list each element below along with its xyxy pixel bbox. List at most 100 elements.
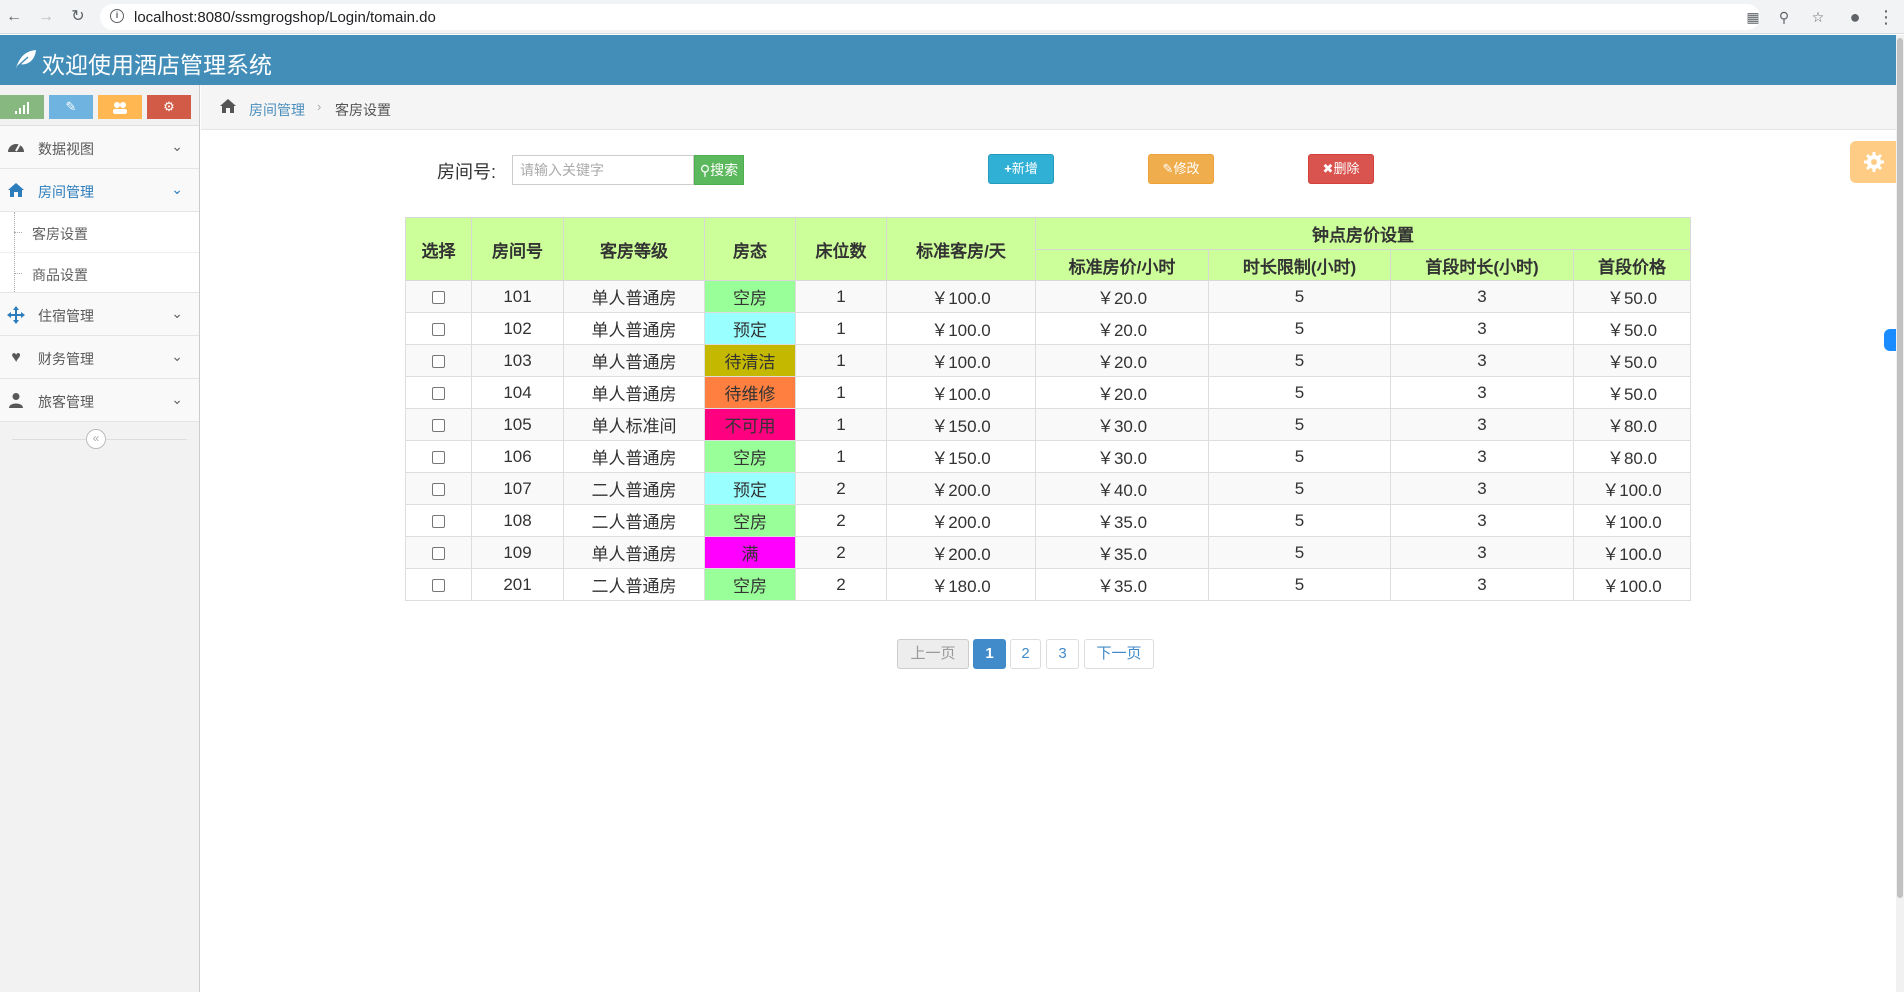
bookmark-star-icon[interactable]: ☆ bbox=[1808, 7, 1828, 27]
status-cell: 空房 bbox=[704, 568, 796, 601]
chevron-down-icon: ⌄ bbox=[171, 138, 183, 154]
table-row[interactable]: 108 二人普通房 空房 2 ￥200.0 ￥35.0 5 3 ￥100.0 bbox=[405, 504, 1691, 537]
zoom-icon[interactable]: ⚲ bbox=[1774, 7, 1794, 27]
breadcrumb-link-room-management[interactable]: 房间管理 bbox=[249, 100, 305, 120]
status-cell: 满 bbox=[704, 536, 796, 569]
sidebar-item-data-view[interactable]: 数据视图 ⌄ bbox=[0, 126, 199, 169]
shortcut-users-button[interactable] bbox=[98, 95, 142, 119]
table-cell: ￥20.0 bbox=[1035, 344, 1209, 377]
row-select-checkbox[interactable] bbox=[432, 482, 445, 496]
table-row[interactable]: 103 单人普通房 待清洁 1 ￥100.0 ￥20.0 5 3 ￥50.0 bbox=[405, 344, 1691, 377]
table-cell: ￥35.0 bbox=[1035, 504, 1209, 537]
profile-icon[interactable]: ● bbox=[1845, 7, 1865, 27]
table-cell: 单人普通房 bbox=[563, 536, 705, 569]
table-row[interactable]: 101 单人普通房 空房 1 ￥100.0 ￥20.0 5 3 ￥50.0 bbox=[405, 280, 1691, 313]
row-select-checkbox[interactable] bbox=[432, 322, 445, 336]
room-number-search-input[interactable] bbox=[512, 155, 694, 185]
table-cell: 3 bbox=[1390, 568, 1574, 601]
table-cell: ￥100.0 bbox=[1573, 568, 1691, 601]
submenu-item-label: 商品设置 bbox=[32, 267, 88, 283]
table-cell: 5 bbox=[1208, 472, 1391, 505]
home-icon[interactable] bbox=[219, 98, 237, 114]
table-row[interactable]: 107 二人普通房 预定 2 ￥200.0 ￥40.0 5 3 ￥100.0 bbox=[405, 472, 1691, 505]
table-cell: ￥30.0 bbox=[1035, 440, 1209, 473]
column-header: 房态 bbox=[704, 217, 796, 281]
page-1-button[interactable]: 1 bbox=[973, 639, 1006, 669]
link-icon[interactable] bbox=[1884, 329, 1896, 351]
table-cell: ￥20.0 bbox=[1035, 376, 1209, 409]
table-cell: ￥200.0 bbox=[886, 472, 1036, 505]
shortcut-stats-button[interactable] bbox=[0, 95, 44, 119]
sidebar-item-guest-management[interactable]: 旅客管理 ⌄ bbox=[0, 379, 199, 422]
page-2-button[interactable]: 2 bbox=[1010, 639, 1041, 669]
more-menu-icon[interactable]: ⋮ bbox=[1876, 7, 1896, 27]
table-row[interactable]: 109 单人普通房满 2 ￥200.0 ￥35.0 5 3 ￥100.0 bbox=[405, 536, 1691, 569]
next-page-button[interactable]: 下一页 bbox=[1084, 639, 1154, 669]
pencil-icon: ✎ bbox=[65, 99, 77, 114]
edit-button-label: 修改 bbox=[1173, 161, 1200, 176]
table-row[interactable]: 102 单人普通房 预定 1 ￥100.0 ￥20.0 5 3 ￥50.0 bbox=[405, 312, 1691, 345]
sidebar-item-finance-management[interactable]: ♥ 财务管理 ⌄ bbox=[0, 336, 199, 379]
column-header: 首段价格 bbox=[1573, 249, 1691, 281]
table-cell: ￥20.0 bbox=[1035, 312, 1209, 345]
sidebar-item-room-management[interactable]: 房间管理 ⌄ bbox=[0, 169, 199, 212]
table-cell: 107 bbox=[471, 472, 564, 505]
table-cell: ￥50.0 bbox=[1573, 312, 1691, 345]
shortcut-settings-button[interactable]: ⚙ bbox=[147, 95, 191, 119]
submenu-item-room-settings[interactable]: 客房设置 bbox=[0, 212, 199, 252]
heart-icon: ♥ bbox=[11, 349, 21, 366]
column-header: 房间号 bbox=[471, 217, 564, 281]
table-cell: 单人普通房 bbox=[563, 344, 705, 377]
row-select-checkbox[interactable] bbox=[432, 450, 445, 464]
table-row[interactable]: 106 单人普通房 空房 1 ￥150.0 ￥30.0 5 3 ￥80.0 bbox=[405, 440, 1691, 473]
row-select-checkbox[interactable] bbox=[432, 418, 445, 432]
settings-panel-toggle[interactable] bbox=[1850, 141, 1896, 183]
row-select-checkbox[interactable] bbox=[432, 546, 445, 560]
table-cell: ￥200.0 bbox=[886, 504, 1036, 537]
site-info-icon[interactable]: i bbox=[110, 9, 124, 23]
table-cell: 二人普通房 bbox=[563, 568, 705, 601]
add-button[interactable]: +新增 bbox=[988, 154, 1054, 184]
column-header: 首段时长(小时) bbox=[1390, 249, 1574, 281]
table-cell: ￥180.0 bbox=[886, 568, 1036, 601]
address-bar[interactable]: i localhost:8080/ssmgrogshop/Login/tomai… bbox=[100, 4, 1760, 30]
search-button-label: 搜索 bbox=[710, 162, 739, 178]
row-select-checkbox[interactable] bbox=[432, 290, 445, 304]
row-select-checkbox[interactable] bbox=[432, 514, 445, 528]
table-cell: 2 bbox=[795, 568, 887, 601]
shortcut-edit-button[interactable]: ✎ bbox=[49, 95, 93, 119]
row-select-checkbox[interactable] bbox=[432, 386, 445, 400]
table-cell: 二人普通房 bbox=[563, 472, 705, 505]
submenu-item-goods-settings[interactable]: 商品设置 bbox=[0, 252, 199, 292]
chevron-down-icon: ⌄ bbox=[171, 181, 183, 197]
table-row[interactable]: 104 单人普通房 待维修 1 ￥100.0 ￥20.0 5 3 ￥50.0 bbox=[405, 376, 1691, 409]
sidebar-collapse-icon[interactable]: « bbox=[86, 429, 106, 449]
scrollbar-thumb[interactable] bbox=[1897, 38, 1903, 898]
forward-arrow-icon[interactable]: → bbox=[36, 7, 56, 27]
table-cell: 单人普通房 bbox=[563, 440, 705, 473]
table-cell: 3 bbox=[1390, 504, 1574, 537]
url-text: localhost:8080/ssmgrogshop/Login/tomain.… bbox=[134, 9, 436, 26]
search-button[interactable]: ⚲搜索 bbox=[694, 155, 744, 185]
back-arrow-icon[interactable]: ← bbox=[4, 7, 24, 27]
sidebar-item-lodging-management[interactable]: 住宿管理 ⌄ bbox=[0, 293, 199, 336]
table-cell: ￥35.0 bbox=[1035, 568, 1209, 601]
table-cell: ￥100.0 bbox=[886, 312, 1036, 345]
row-select-checkbox[interactable] bbox=[432, 578, 445, 592]
prev-page-button[interactable]: 上一页 bbox=[897, 639, 969, 669]
table-row[interactable]: 105 单人标准间 不可用 1 ￥150.0 ￥30.0 5 3 ￥80.0 bbox=[405, 408, 1691, 441]
table-row[interactable]: 201 二人普通房 空房 2 ￥180.0 ￥35.0 5 3 ￥100.0 bbox=[405, 568, 1691, 601]
column-header: 时长限制(小时) bbox=[1208, 249, 1391, 281]
table-cell: ￥50.0 bbox=[1573, 344, 1691, 377]
page-3-button[interactable]: 3 bbox=[1046, 639, 1079, 669]
table-cell: 2 bbox=[795, 472, 887, 505]
row-select-checkbox[interactable] bbox=[432, 354, 445, 368]
reload-icon[interactable]: ↻ bbox=[68, 7, 88, 27]
table-cell: 1 bbox=[795, 344, 887, 377]
dashboard-icon bbox=[6, 139, 26, 157]
translate-icon[interactable]: ▦ bbox=[1743, 7, 1763, 27]
delete-button[interactable]: ✖删除 bbox=[1308, 154, 1374, 184]
edit-button[interactable]: ✎修改 bbox=[1148, 154, 1214, 184]
table-cell: 201 bbox=[471, 568, 564, 601]
row-select-cell bbox=[405, 312, 472, 345]
